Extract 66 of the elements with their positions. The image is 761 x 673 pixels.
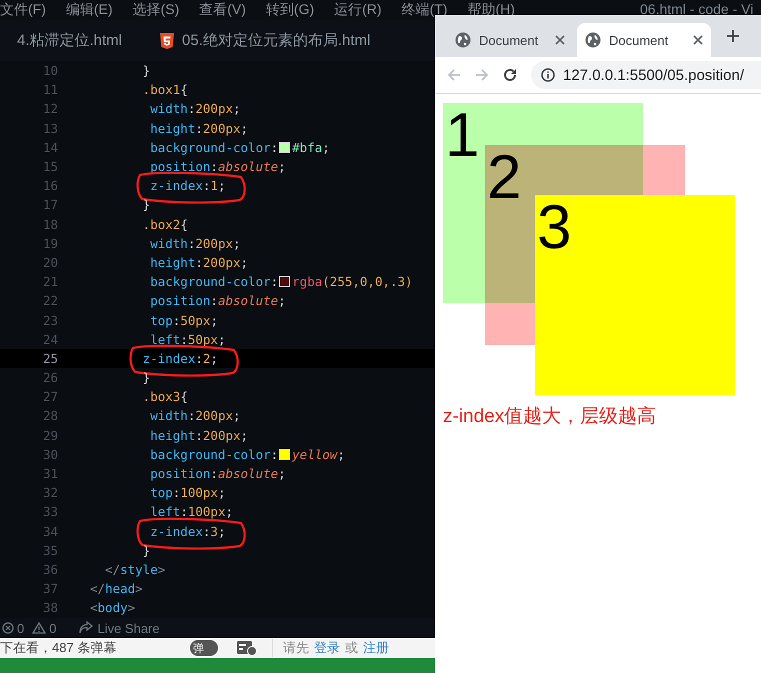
- settings-icon[interactable]: [236, 640, 258, 656]
- code-line: 15 position:absolute;: [42, 158, 287, 176]
- login-link[interactable]: 注册: [363, 639, 389, 657]
- close-icon[interactable]: [693, 35, 703, 45]
- code-line: 36 </style>: [42, 560, 166, 579]
- error-count[interactable]: 0: [2, 620, 24, 636]
- code-line: 24 left:50px;: [42, 330, 226, 349]
- menu-item[interactable]: 编辑(E): [56, 1, 123, 19]
- color-swatch[interactable]: [279, 142, 290, 153]
- code-line: 11 .box1{: [42, 81, 189, 100]
- code-line: 18 .box2{: [42, 216, 189, 234]
- code-line: 12 width:200px;: [42, 100, 242, 118]
- info-icon[interactable]: [541, 68, 555, 82]
- menu-item[interactable]: 运行(R): [324, 1, 392, 19]
- viewer-count: 下在看，487 条弹幕: [0, 639, 118, 657]
- editor-tab[interactable]: 4.粘滞定位.html: [0, 20, 134, 61]
- code-line: 29 height:200px;: [42, 426, 250, 445]
- globe-icon: [455, 32, 471, 48]
- code-line: 35 }: [42, 542, 152, 560]
- color-swatch[interactable]: [279, 276, 290, 288]
- code-line: 28 width:200px;: [42, 407, 242, 426]
- code-line: 32 top:100px;: [42, 484, 226, 502]
- code-line: 23 top:50px;: [42, 312, 219, 330]
- code-line: 27 .box3{: [42, 388, 189, 406]
- new-tab-icon[interactable]: [727, 30, 739, 42]
- code-line: 30 background-color: yellow;: [42, 446, 346, 464]
- code-line: 38 <body>: [42, 599, 136, 618]
- danmaku-toggle[interactable]: 弹: [190, 640, 218, 656]
- live-share-button[interactable]: Live Share: [78, 620, 160, 636]
- menu-item[interactable]: 文件(F): [0, 1, 56, 19]
- error-icon: [2, 622, 14, 634]
- warning-count[interactable]: 0: [32, 620, 56, 636]
- window-title: 06.html - code - Vi: [640, 1, 754, 17]
- code-line: 21 background-color: rgba(255,0,0,.3): [42, 273, 414, 292]
- code-line: 33 left:100px;: [42, 503, 234, 522]
- browser-tab[interactable]: Document: [447, 23, 573, 57]
- login-link[interactable]: 登录: [314, 639, 340, 657]
- address-bar[interactable]: 127.0.0.1:5500/05.position/: [531, 61, 761, 89]
- code-line: 14 background-color: #bfa;: [42, 138, 331, 157]
- code-line: 37 </head>: [42, 580, 144, 598]
- code-line: 34 z-index:3;: [0, 522, 435, 541]
- share-arrow-icon: [78, 621, 94, 635]
- code-line: 19 width:200px;: [42, 234, 242, 253]
- browser-tab[interactable]: Document: [577, 23, 711, 57]
- globe-icon: [585, 32, 601, 48]
- code-line: 10 }: [42, 62, 152, 80]
- menu-item[interactable]: 转到(G): [256, 1, 324, 19]
- code-line: 16 z-index:1;: [0, 176, 435, 196]
- html5-icon: [160, 32, 174, 48]
- prompt-text: 或: [345, 639, 358, 657]
- code-line: 13 height:200px;: [42, 120, 250, 138]
- reload-icon[interactable]: [503, 68, 517, 82]
- close-icon[interactable]: [555, 35, 565, 45]
- code-line: 20 height:200px;: [42, 254, 250, 272]
- code-line: 26 }: [42, 369, 152, 388]
- prompt-text: 请先: [283, 639, 309, 657]
- caption-text: z-index值越大，层级越高: [443, 405, 658, 429]
- warning-icon: [32, 622, 46, 634]
- color-swatch[interactable]: [279, 448, 290, 460]
- menu-item[interactable]: 选择(S): [122, 1, 190, 19]
- editor-tab[interactable]: 05.绝对定位元素的布局.html: [134, 20, 382, 61]
- code-line: 31 position:absolute;: [42, 465, 287, 484]
- colored-box: 3: [535, 195, 735, 395]
- menu-item[interactable]: 查看(V): [189, 1, 256, 19]
- code-line: 22 position:absolute;: [42, 292, 287, 310]
- code-line: 17 }: [42, 196, 152, 214]
